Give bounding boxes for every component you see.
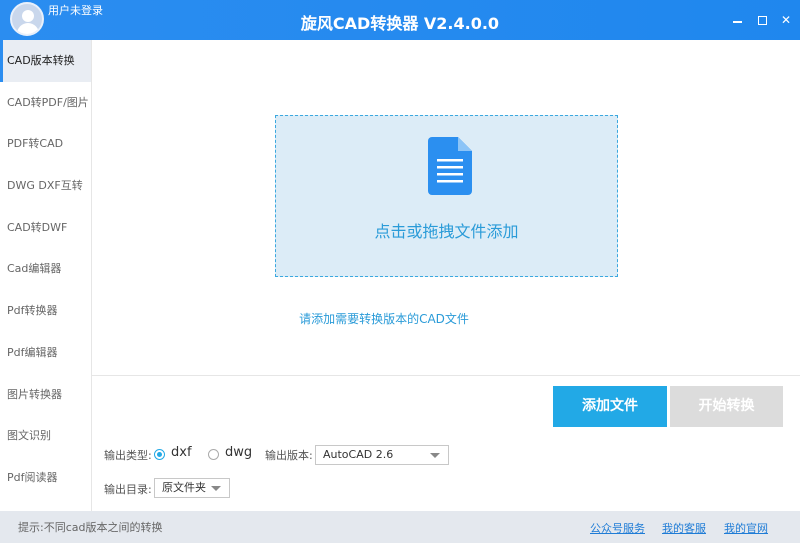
sidebar-item-ocr[interactable]: 图文识别: [0, 415, 91, 457]
sidebar-item-pdf-to-cad[interactable]: PDF转CAD: [0, 123, 91, 165]
sidebar: CAD版本转换 CAD转PDF/图片 PDF转CAD DWG DXF互转 CAD…: [0, 40, 92, 511]
divider: [92, 375, 800, 376]
start-convert-button[interactable]: 开始转换: [670, 386, 783, 427]
sidebar-item-pdf-converter[interactable]: Pdf转换器: [0, 290, 91, 332]
close-button[interactable]: ✕: [778, 12, 794, 28]
link-official-site[interactable]: 我的官网: [724, 520, 768, 536]
add-file-hint: 请添加需要转换版本的CAD文件: [92, 310, 800, 327]
sidebar-item-pdf-reader[interactable]: Pdf阅读器: [0, 457, 91, 499]
maximize-icon: [758, 16, 767, 25]
chevron-down-icon: [211, 486, 221, 491]
chevron-down-icon: [430, 453, 440, 458]
output-version-select[interactable]: AutoCAD 2.6: [315, 445, 449, 465]
radio-dwg-label[interactable]: dwg: [225, 445, 252, 460]
output-dir-value: 原文件夹: [162, 481, 206, 494]
radio-dxf[interactable]: [154, 449, 165, 460]
sidebar-item-cad-version-convert[interactable]: CAD版本转换: [0, 40, 91, 82]
link-customer-service[interactable]: 我的客服: [662, 520, 706, 536]
radio-dxf-label[interactable]: dxf: [171, 445, 192, 460]
add-file-hint-text: 请添加需要转换版本的CAD文件: [299, 312, 469, 326]
sidebar-item-cad-to-dwf[interactable]: CAD转DWF: [0, 207, 91, 249]
sidebar-item-dwg-dxf-convert[interactable]: DWG DXF互转: [0, 165, 91, 207]
document-icon: [428, 137, 472, 195]
status-bar: 提示:不同cad版本之间的转换 公众号服务 我的客服 我的官网: [0, 511, 800, 543]
title-bar: 用户未登录 旋风CAD转换器 V2.4.0.0 ✕: [0, 0, 800, 40]
sidebar-item-image-converter[interactable]: 图片转换器: [0, 374, 91, 416]
main-panel: 点击或拖拽文件添加 请添加需要转换版本的CAD文件 添加文件 开始转换 输出类型…: [92, 40, 800, 511]
dropzone-label: 点击或拖拽文件添加: [374, 222, 519, 241]
sidebar-item-cad-editor[interactable]: Cad编辑器: [0, 248, 91, 290]
link-wechat-service[interactable]: 公众号服务: [590, 520, 645, 536]
output-dir-label: 输出目录:: [104, 483, 152, 496]
minimize-icon: [733, 21, 742, 23]
status-tip: 提示:不同cad版本之间的转换: [18, 521, 163, 534]
minimize-button[interactable]: [730, 12, 746, 28]
file-dropzone[interactable]: 点击或拖拽文件添加: [275, 115, 618, 277]
output-version-value: AutoCAD 2.6: [323, 448, 394, 461]
app-title: 旋风CAD转换器 V2.4.0.0: [300, 14, 500, 33]
sidebar-item-pdf-editor[interactable]: Pdf编辑器: [0, 332, 91, 374]
add-file-button[interactable]: 添加文件: [553, 386, 667, 427]
radio-dwg[interactable]: [208, 449, 219, 460]
sidebar-item-cad-to-pdf-image[interactable]: CAD转PDF/图片: [0, 82, 91, 124]
output-type-label: 输出类型:: [104, 449, 152, 462]
output-version-label: 输出版本:: [265, 449, 313, 462]
close-icon: ✕: [780, 13, 792, 27]
output-dir-select[interactable]: 原文件夹: [154, 478, 230, 498]
maximize-button[interactable]: [755, 12, 771, 28]
